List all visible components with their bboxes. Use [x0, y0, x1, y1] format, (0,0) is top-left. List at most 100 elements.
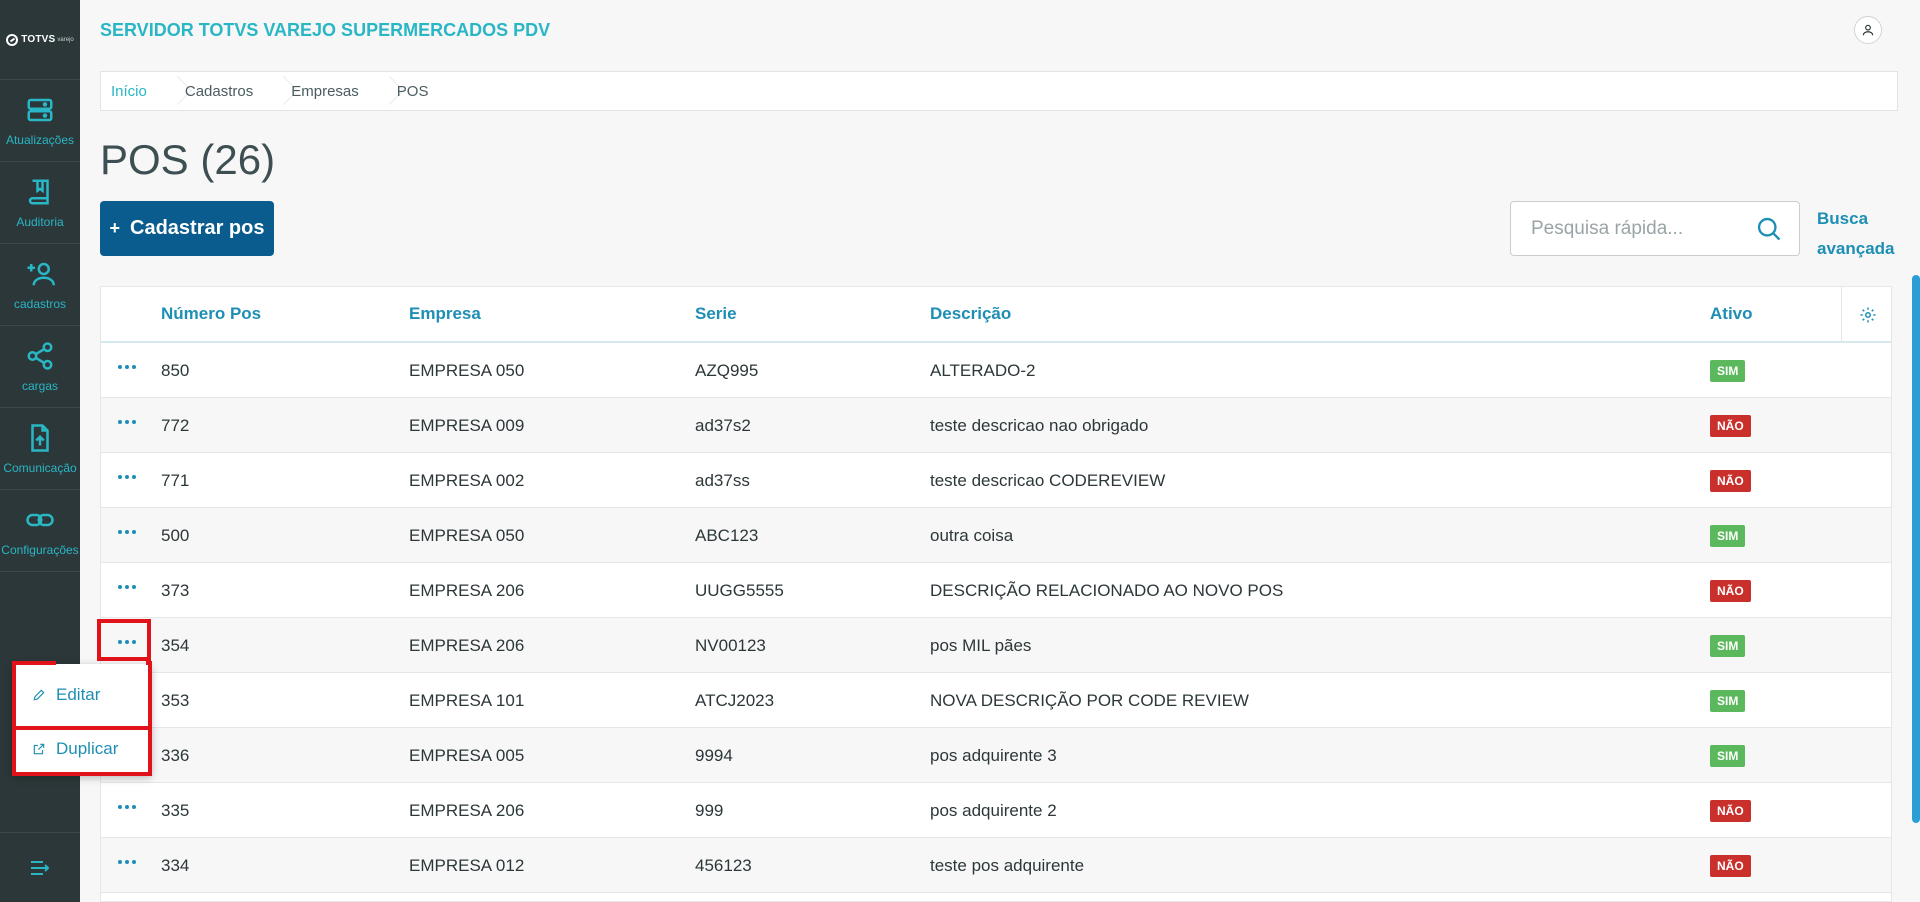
row-actions-icon[interactable] [115, 850, 139, 874]
row-actions-menu: Editar Duplicar [12, 664, 152, 776]
column-descricao[interactable]: Descrição [930, 304, 1011, 324]
table-row: 500 EMPRESA 050 ABC123 outra coisa SIM [101, 508, 1891, 563]
cell-descricao: outra coisa [930, 525, 1014, 545]
dot [125, 475, 129, 479]
cell-numero-pos: 500 [161, 525, 190, 545]
cell-descricao: pos adquirente 2 [930, 800, 1057, 820]
dot [118, 530, 122, 534]
column-empresa[interactable]: Empresa [409, 304, 481, 324]
table-row: 335 EMPRESA 206 999 pos adquirente 2 NÃO [101, 783, 1891, 838]
column-serie[interactable]: Serie [695, 304, 737, 324]
cell-empresa: EMPRESA 050 [409, 360, 525, 380]
breadcrumb-inicio[interactable]: Início [101, 72, 165, 110]
user-profile-button[interactable] [1854, 16, 1882, 44]
server-icon [27, 98, 53, 121]
cell-serie: ABC123 [695, 525, 759, 545]
link-icon [26, 513, 54, 526]
add-pos-button[interactable]: + Cadastrar pos [100, 201, 274, 256]
advanced-search-link[interactable]: Busca avançada [1817, 204, 1895, 264]
highlight-box [12, 661, 56, 665]
collapse-menu-button[interactable] [0, 832, 80, 902]
sidebar-item-configuracoes[interactable]: Configurações [0, 490, 80, 572]
cell-descricao: pos MIL pães [930, 635, 1032, 655]
row-actions-icon[interactable] [115, 795, 139, 819]
highlight-box [97, 619, 151, 661]
sidebar-item-comunicacao[interactable]: Comunicação [0, 408, 80, 490]
pencil-icon [33, 689, 45, 701]
status-badge: SIM [1710, 689, 1746, 712]
cell-descricao: teste descricao nao obrigado [930, 415, 1149, 435]
file-upload-icon [31, 423, 49, 452]
edit-menu-item[interactable]: Editar [12, 668, 152, 722]
row-actions-icon[interactable] [115, 355, 139, 379]
cell-descricao: pos adquirente 3 [930, 745, 1057, 765]
table-settings-button[interactable] [1841, 287, 1893, 343]
search-icon[interactable] [1755, 215, 1783, 243]
sidebar-item-label: Comunicação [3, 460, 77, 475]
search-input[interactable] [1511, 217, 1751, 240]
dot [118, 860, 122, 864]
cell-empresa: EMPRESA 012 [409, 855, 525, 875]
table-body: 850 EMPRESA 050 AZQ995 ALTERADO-2 SIM 772 EMPR… [101, 343, 1891, 893]
cell-serie: 456123 [695, 855, 752, 875]
breadcrumb-empresas[interactable]: Empresas [281, 72, 377, 110]
breadcrumb-pos: POS [396, 82, 429, 100]
gear-icon [1860, 307, 1875, 323]
cell-ativo: NÃO [1710, 453, 1751, 508]
cell-ativo: SIM [1710, 673, 1746, 728]
cell-numero-pos: 335 [161, 800, 190, 820]
column-ativo[interactable]: Ativo [1710, 304, 1753, 324]
status-badge: SIM [1710, 634, 1746, 657]
table-row: 354 EMPRESA 206 NV00123 pos MIL pães SIM [101, 618, 1891, 673]
dot [125, 585, 129, 589]
cell-descricao: teste descricao CODEREVIEW [930, 470, 1166, 490]
breadcrumb-separator [165, 71, 175, 111]
row-actions-icon[interactable] [115, 575, 139, 599]
cell-numero-pos: 334 [161, 855, 190, 875]
cell-ativo: SIM [1710, 508, 1746, 563]
add-user-icon [27, 262, 55, 285]
cell-numero-pos: 353 [161, 690, 190, 710]
row-actions-icon[interactable] [115, 465, 139, 489]
cell-ativo: NÃO [1710, 783, 1751, 838]
cell-empresa: EMPRESA 206 [409, 800, 525, 820]
duplicate-label: Duplicar [56, 739, 119, 758]
cell-serie: NV00123 [695, 635, 766, 655]
status-badge: NÃO [1710, 579, 1751, 602]
scrollbar[interactable] [1912, 275, 1920, 823]
dot [132, 805, 136, 809]
dot [132, 420, 136, 424]
cell-serie: ad37ss [695, 470, 750, 490]
cell-ativo: SIM [1710, 343, 1746, 398]
sidebar-item-atualizacoes[interactable]: Atualizações [0, 80, 80, 162]
row-actions-icon[interactable] [115, 520, 139, 544]
row-actions-icon[interactable] [115, 410, 139, 434]
sidebar-item-auditoria[interactable]: Auditoria [0, 162, 80, 244]
dot [118, 365, 122, 369]
cell-serie: 9994 [695, 745, 733, 765]
plus-icon: + [109, 218, 120, 238]
sidebar-item-cargas[interactable]: cargas [0, 326, 80, 408]
dot [118, 420, 122, 424]
duplicate-menu-item[interactable]: Duplicar [12, 722, 152, 776]
status-badge: SIM [1710, 359, 1746, 382]
cell-serie: ad37s2 [695, 415, 751, 435]
column-numero-pos[interactable]: Número Pos [161, 304, 261, 324]
cell-serie: ATCJ2023 [695, 690, 775, 710]
dot [132, 860, 136, 864]
cell-empresa: EMPRESA 009 [409, 415, 525, 435]
status-badge: SIM [1710, 524, 1746, 547]
book-icon [28, 179, 49, 204]
sidebar-item-cadastros[interactable]: cadastros [0, 244, 80, 326]
dot [125, 420, 129, 424]
sidebar-item-label: cadastros [13, 296, 67, 311]
breadcrumb: Início Cadastros Empresas POS [100, 71, 1898, 111]
totvs-logo[interactable]: TOTVS varejo [0, 0, 80, 80]
breadcrumb-cadastros[interactable]: Cadastros [175, 72, 271, 110]
sidebar-item-label: cargas [21, 378, 59, 393]
share-icon [27, 341, 53, 370]
totvs-logo-icon [6, 33, 19, 46]
logo-text: TOTVS [21, 34, 56, 45]
user-icon [1862, 24, 1874, 36]
cell-descricao: teste pos adquirente [930, 855, 1085, 875]
